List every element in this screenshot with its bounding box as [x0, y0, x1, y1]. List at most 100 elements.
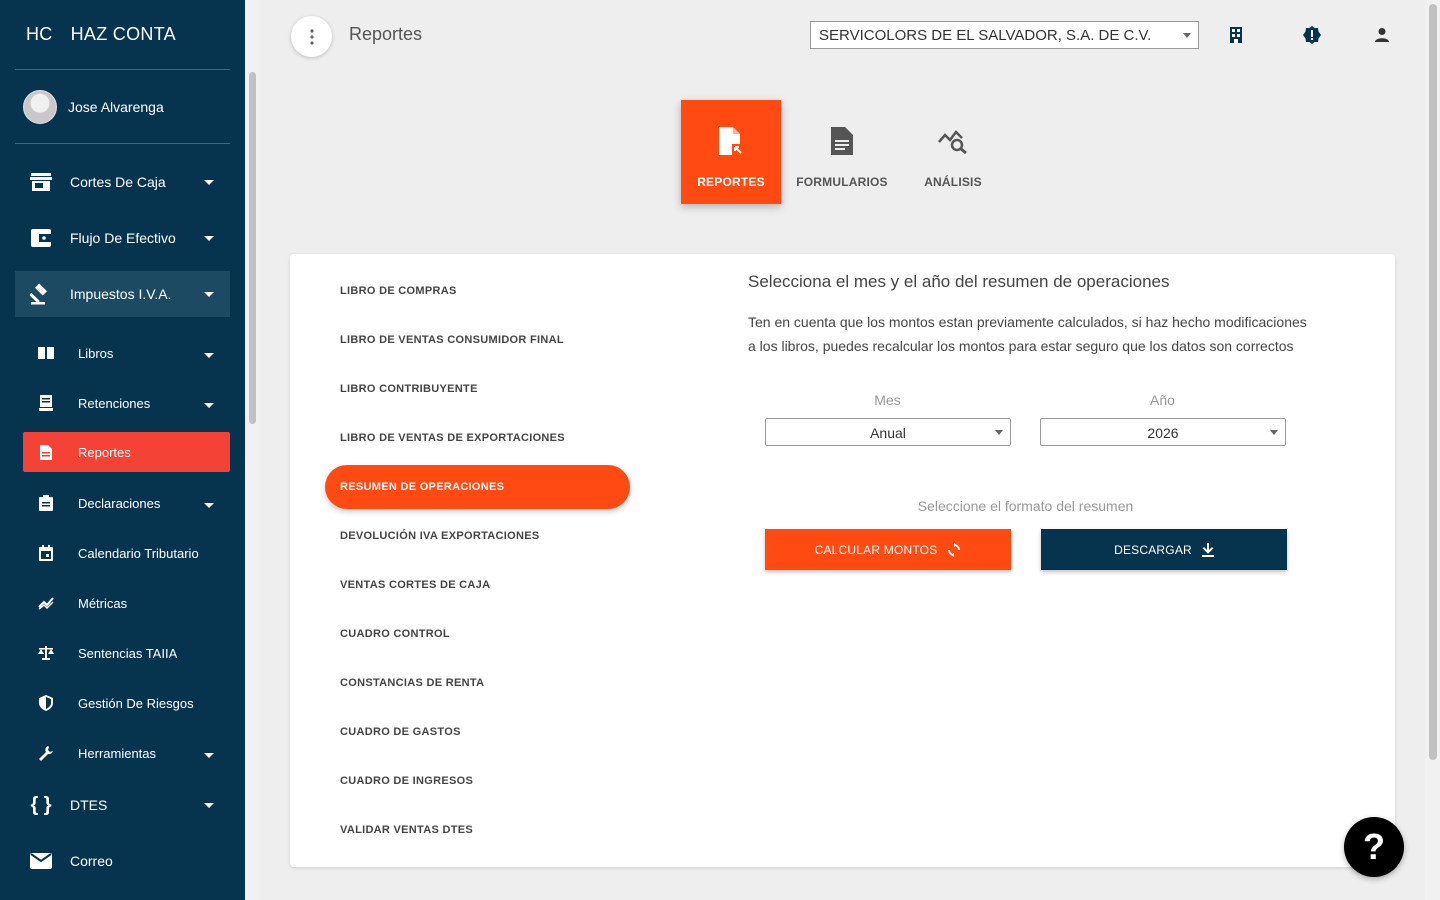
sidebar-item-impuestos-iva[interactable]: Impuestos I.V.A. [15, 271, 230, 317]
more-menu-button[interactable] [291, 16, 332, 57]
tab-label: REPORTES [697, 175, 765, 189]
page-scrollbar-thumb[interactable] [1429, 4, 1437, 760]
button-label: CALCULAR MONTOS [814, 542, 938, 557]
reports-card: LIBRO DE COMPRAS LIBRO DE VENTAS CONSUMI… [290, 254, 1395, 867]
sidebar-item-sentencias-taiia[interactable]: Sentencias TAIIA [15, 633, 230, 673]
gavel-icon [30, 283, 52, 305]
report-item-libro-contribuyente[interactable]: LIBRO CONTRIBUYENTE [340, 383, 478, 395]
tab-analisis[interactable]: ANÁLISIS [903, 100, 1003, 204]
chevron-down-icon [204, 235, 214, 241]
receipt-icon [38, 395, 54, 411]
year-select[interactable]: 2026 [1040, 418, 1286, 446]
button-label: DESCARGAR [1114, 542, 1192, 557]
report-item-libro-de-compras[interactable]: LIBRO DE COMPRAS [340, 285, 457, 297]
wallet-icon [30, 227, 52, 249]
sidebar-item-label: Gestión De Riesgos [78, 695, 194, 711]
download-button[interactable]: DESCARGAR [1041, 529, 1287, 570]
sidebar-item-herramientas[interactable]: Herramientas [15, 733, 230, 773]
sidebar-item-libros[interactable]: Libros [15, 333, 230, 373]
user-profile[interactable]: Jose Alvarenga [23, 90, 164, 124]
section-title: Selecciona el mes y el año del resumen d… [748, 272, 1170, 291]
report-item-libro-ventas-exportaciones[interactable]: LIBRO DE VENTAS DE EXPORTACIONES [340, 432, 565, 444]
chevron-down-icon [204, 353, 214, 358]
report-item-validar-ventas-dtes[interactable]: VALIDAR VENTAS DTES [340, 824, 473, 836]
month-select-value: Anual [870, 425, 906, 441]
report-item-ventas-cortes-de-caja[interactable]: VENTAS CORTES DE CAJA [340, 579, 490, 591]
sidebar-item-correo[interactable]: Correo [15, 838, 230, 884]
report-file-icon [719, 126, 743, 156]
sidebar-item-label: Flujo De Efectivo [70, 230, 176, 246]
divider [15, 69, 230, 70]
alert-badge-icon [1303, 26, 1321, 44]
tab-formularios[interactable]: FORMULARIOS [792, 100, 892, 204]
chevron-down-icon [1183, 33, 1191, 38]
year-label: Año [1150, 392, 1175, 408]
clipboard-icon [38, 495, 54, 511]
sidebar-item-label: Reportes [78, 444, 131, 460]
chevron-down-icon [204, 802, 214, 808]
tab-label: ANÁLISIS [924, 175, 982, 189]
download-icon [1201, 542, 1214, 557]
report-item-devolucion-iva-exportaciones[interactable]: DEVOLUCIÓN IVA EXPORTACIONES [340, 530, 540, 542]
mail-icon [30, 850, 52, 872]
sidebar-item-calendario-tributario[interactable]: Calendario Tributario [15, 533, 230, 573]
account-button[interactable] [1371, 24, 1393, 46]
page-title: Reportes [349, 24, 423, 44]
report-item-constancias-de-renta[interactable]: CONSTANCIAS DE RENTA [340, 677, 484, 689]
sidebar-item-retenciones[interactable]: Retenciones [15, 383, 230, 423]
book-icon [38, 345, 54, 361]
tab-reportes[interactable]: REPORTES [681, 100, 781, 204]
sidebar-item-label: Retenciones [78, 395, 151, 411]
report-icon [38, 444, 54, 460]
year-select-value: 2026 [1147, 425, 1179, 441]
chevron-down-icon [204, 291, 214, 297]
report-item-resumen-de-operaciones[interactable]: RESUMEN DE OPERACIONES [325, 465, 630, 509]
sidebar-item-dtes[interactable]: { } DTES [15, 782, 230, 828]
report-item-cuadro-de-gastos[interactable]: CUADRO DE GASTOS [340, 726, 461, 738]
tab-label: FORMULARIOS [796, 175, 888, 189]
scale-icon [38, 645, 54, 661]
report-item-libro-ventas-consumidor-final[interactable]: LIBRO DE VENTAS CONSUMIDOR FINAL [340, 334, 564, 346]
sidebar-item-declaraciones[interactable]: Declaraciones [15, 483, 230, 523]
avatar [23, 90, 57, 124]
sidebar-item-label: Libros [78, 345, 114, 361]
query-stats-icon [938, 126, 968, 156]
section-description: Ten en cuenta que los montos estan previ… [748, 314, 1307, 354]
person-icon [1375, 28, 1389, 42]
sidebar-panel: HC HAZ CONTA Jose Alvarenga Cortes De Caj… [0, 0, 245, 900]
sidebar-item-gestion-de-riesgos[interactable]: Gestión De Riesgos [15, 683, 230, 723]
report-item-cuadro-control[interactable]: CUADRO CONTROL [340, 628, 450, 640]
sidebar-item-label: Herramientas [78, 745, 157, 761]
sidebar: HC HAZ CONTA Jose Alvarenga Cortes De Caj… [0, 0, 260, 900]
report-item-cuadro-de-ingresos[interactable]: CUADRO DE INGRESOS [340, 775, 473, 787]
month-label: Mes [874, 392, 901, 408]
sidebar-item-reportes[interactable]: Reportes [23, 432, 230, 472]
chevron-down-icon [995, 430, 1003, 435]
sidebar-item-label: Declaraciones [78, 495, 161, 511]
chevron-down-icon [204, 403, 214, 408]
company-select[interactable]: SERVICOLORS DE EL SALVADOR, S.A. DE C.V. [810, 21, 1199, 49]
store-icon [30, 171, 52, 193]
sidebar-item-flujo-de-efectivo[interactable]: Flujo De Efectivo [15, 215, 230, 261]
month-select[interactable]: Anual [765, 418, 1011, 446]
sidebar-item-label: DTES [70, 797, 108, 813]
sidebar-item-metricas[interactable]: Métricas [15, 583, 230, 623]
wrench-icon [38, 745, 54, 761]
sidebar-item-label: Correo [70, 853, 113, 869]
building-button[interactable] [1225, 24, 1247, 46]
calculate-amounts-button[interactable]: CALCULAR MONTOS [765, 529, 1011, 570]
brand[interactable]: HC HAZ CONTA [26, 24, 176, 45]
company-select-value: SERVICOLORS DE EL SALVADOR, S.A. DE C.V. [819, 27, 1152, 44]
chevron-down-icon [204, 753, 214, 758]
divider [15, 143, 230, 144]
help-button[interactable]: ? [1344, 817, 1404, 877]
more-vert-icon [309, 28, 314, 45]
sidebar-scrollbar-thumb[interactable] [249, 72, 256, 424]
notifications-button[interactable] [1301, 24, 1323, 46]
sidebar-item-cortes-de-caja[interactable]: Cortes De Caja [15, 159, 230, 205]
chevron-down-icon [204, 503, 214, 508]
sidebar-item-label: Calendario Tributario [78, 545, 199, 561]
chart-line-icon [38, 595, 54, 611]
refresh-icon [947, 542, 961, 557]
brand-abbr: HC [26, 24, 53, 44]
